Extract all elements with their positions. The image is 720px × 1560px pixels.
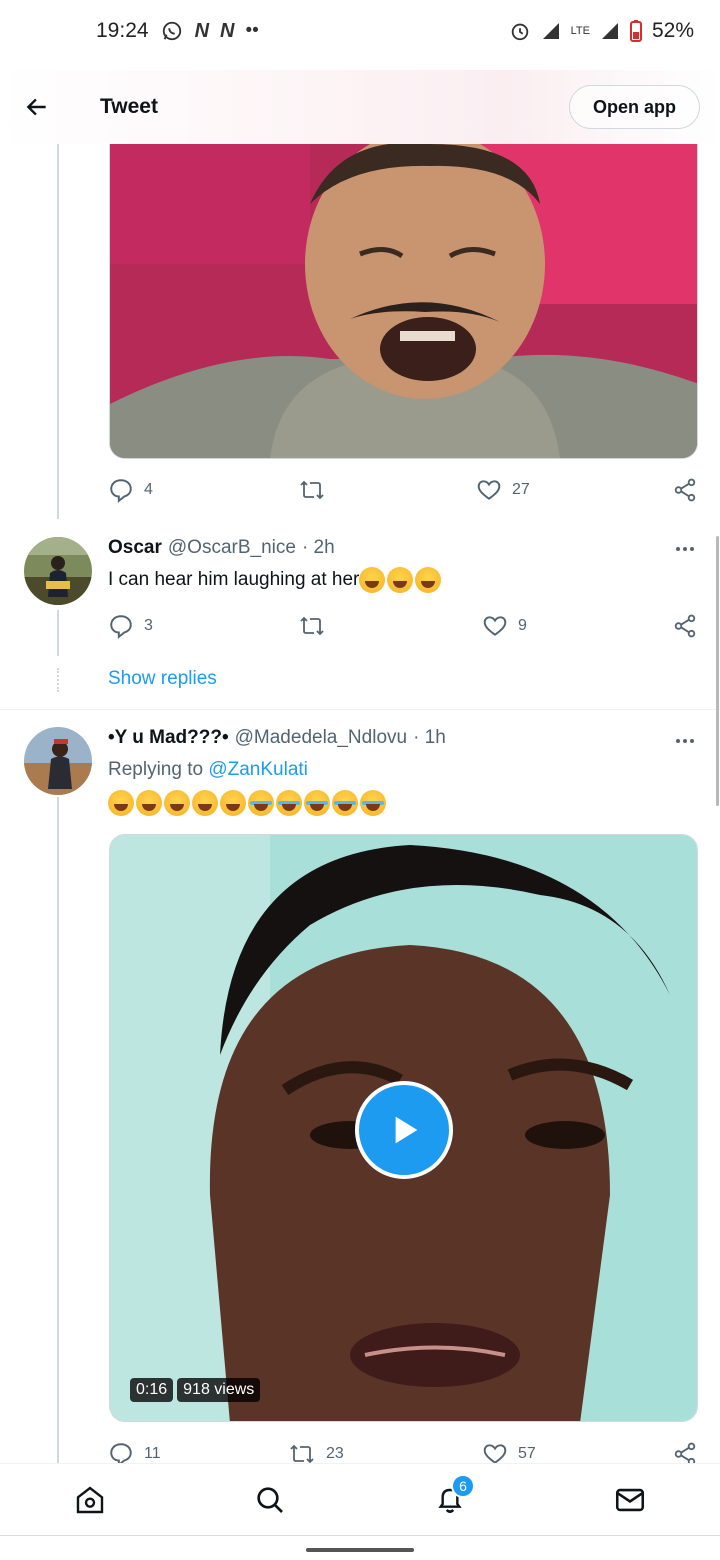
weary-face-emoji: [164, 790, 190, 816]
thread-line: [57, 144, 59, 519]
like-button[interactable]: 27: [476, 474, 530, 506]
display-name[interactable]: •Y u Mad???•: [108, 727, 229, 749]
show-replies-link[interactable]: Show replies: [108, 668, 217, 690]
reply-icon: [110, 615, 132, 639]
loudly-crying-face-emoji: [332, 790, 358, 816]
replying-to-label: Replying to: [108, 759, 204, 780]
video-badges: 0:16 918 views: [130, 1378, 261, 1402]
play-button[interactable]: [355, 1081, 453, 1179]
video-views: 918 views: [177, 1378, 261, 1402]
tweet-text: [108, 790, 388, 816]
loudly-crying-face-emoji: [248, 790, 274, 816]
tweet-text-body: I can hear him laughing at her: [108, 569, 360, 591]
retweet-button[interactable]: [298, 474, 336, 506]
arrow-left-icon: [26, 98, 46, 116]
tweet-time: · 1h: [413, 727, 446, 748]
loudly-crying-face-emoji: [360, 790, 386, 816]
loudly-crying-face-emoji: [304, 790, 330, 816]
retweet-button[interactable]: [298, 610, 336, 642]
status-bar: 19:24 N N •• LTE 52%: [0, 0, 720, 62]
reply-icon: [110, 479, 132, 503]
search-icon: [257, 1486, 283, 1513]
tweet-video[interactable]: 0:16 918 views: [109, 834, 698, 1422]
loudly-crying-face-emoji: [276, 790, 302, 816]
nav-messages[interactable]: [540, 1464, 720, 1535]
share-button[interactable]: [672, 610, 698, 642]
like-count: 27: [512, 481, 530, 498]
messages-icon: [615, 1488, 645, 1511]
alarm-icon: [509, 20, 531, 42]
share-icon: [674, 614, 696, 638]
reply-count: 3: [144, 617, 153, 634]
battery-icon: [629, 20, 642, 42]
face-with-tears-of-joy-emoji: [359, 567, 386, 593]
tweet-header: •Y u Mad???• @Madedela_Ndlovu · 1h: [108, 727, 446, 749]
tweet-time: · 2h: [301, 537, 335, 558]
face-with-tears-of-joy-emoji: [387, 567, 414, 593]
page-title: Tweet: [100, 95, 158, 118]
status-time: 19:24: [96, 19, 149, 42]
tweet-text: I can hear him laughing at her: [108, 567, 443, 593]
display-name[interactable]: Oscar: [108, 537, 162, 559]
like-count: 57: [518, 1445, 536, 1462]
tweet-header: Oscar @OscarB_nice · 2h: [108, 537, 335, 559]
home-icon: [76, 1485, 104, 1513]
heart-icon: [477, 480, 501, 500]
n-icon: N: [194, 19, 209, 42]
weary-face-emoji: [108, 790, 134, 816]
weary-face-emoji: [192, 790, 218, 816]
more-options-button[interactable]: [674, 730, 696, 758]
share-button[interactable]: [672, 474, 698, 506]
thread-line: [57, 610, 59, 656]
back-button[interactable]: [0, 70, 74, 144]
retweet-icon: [300, 480, 324, 500]
video-duration: 0:16: [130, 1378, 174, 1402]
face-with-tears-of-joy-emoji: [415, 567, 442, 593]
heart-icon: [483, 616, 507, 636]
top-app-bar: Tweet Open app: [0, 70, 720, 144]
avatar[interactable]: [24, 727, 92, 795]
like-button[interactable]: 9: [482, 610, 527, 642]
thread-line: [57, 797, 59, 1463]
divider: [0, 709, 720, 710]
gesture-handle[interactable]: [306, 1548, 414, 1552]
reply-button[interactable]: 3: [108, 610, 153, 642]
reply-count: 11: [144, 1445, 161, 1462]
signal-icon: [541, 21, 561, 41]
retweet-count: 23: [326, 1445, 344, 1462]
notification-badge: 6: [451, 1474, 475, 1498]
replying-to-handle[interactable]: @ZanKulati: [208, 759, 308, 780]
user-handle[interactable]: @OscarB_nice: [168, 537, 296, 559]
more-dots-icon: ••: [245, 20, 259, 41]
weary-face-emoji: [136, 790, 162, 816]
scrollbar[interactable]: [716, 536, 719, 806]
nav-notifications[interactable]: 6: [360, 1464, 540, 1535]
reply-count: 4: [144, 481, 153, 498]
more-horizontal-icon: [676, 739, 694, 743]
tweet-actions: 4 27: [108, 474, 698, 506]
n-icon: N: [220, 19, 234, 42]
retweet-icon: [300, 616, 324, 636]
reply-button[interactable]: 4: [108, 474, 153, 506]
network-type: LTE: [570, 25, 590, 37]
share-icon: [674, 478, 696, 502]
like-count: 9: [518, 617, 527, 634]
nav-home[interactable]: [0, 1464, 180, 1535]
thread-gap-dots: [57, 668, 59, 692]
open-app-button[interactable]: Open app: [568, 85, 700, 129]
whatsapp-icon: [161, 20, 183, 42]
user-handle[interactable]: @Madedela_Ndlovu: [235, 727, 407, 749]
nav-search[interactable]: [180, 1464, 360, 1535]
tweet-actions: 3 9: [108, 610, 698, 642]
play-icon: [395, 1116, 418, 1144]
bottom-navigation: 6: [0, 1463, 720, 1535]
more-options-button[interactable]: [674, 538, 696, 566]
replying-to-line: Replying to @ZanKulati: [108, 759, 308, 781]
signal-icon: [600, 21, 620, 41]
battery-level: 52%: [651, 19, 694, 42]
avatar[interactable]: [24, 537, 92, 605]
more-horizontal-icon: [676, 547, 694, 551]
weary-face-emoji: [220, 790, 246, 816]
tweet-image[interactable]: [109, 144, 698, 459]
